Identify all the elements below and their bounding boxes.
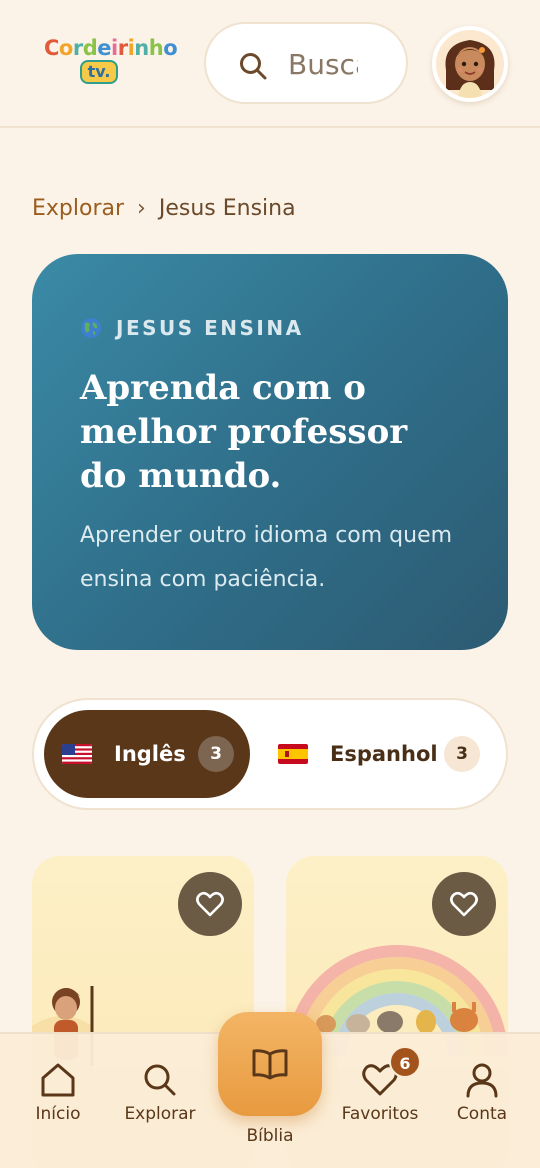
nav-favoritos[interactable]: 6 Favoritos [330, 1046, 430, 1124]
favorite-button[interactable] [432, 872, 496, 936]
avatar[interactable] [432, 26, 508, 102]
hero-banner: JESUS ENSINA Aprenda com o melhor profes… [32, 254, 508, 650]
heart-icon [450, 891, 478, 917]
nav-favoritos-label: Favoritos [341, 1104, 419, 1124]
avatar-girl-illustration [436, 30, 504, 98]
hero-title: Aprenda com o melhor professor do mundo. [80, 368, 408, 496]
logo-tv-badge: tv. [80, 60, 118, 84]
us-flag-icon [62, 744, 92, 764]
app-logo[interactable]: Cordeirinho tv. [44, 36, 178, 88]
tab-ingles-label: Inglês [114, 742, 186, 766]
logo-wordmark: Cordeirinho [44, 36, 178, 60]
hero-subtitle: Aprender outro idioma com quem ensina co… [80, 523, 453, 592]
nav-conta[interactable]: Conta [432, 1062, 532, 1124]
tab-ingles[interactable]: Inglês 3 [44, 710, 250, 798]
tab-espanhol-label: Espanhol [330, 742, 438, 766]
breadcrumb-separator: › [137, 196, 146, 221]
breadcrumb-current: Jesus Ensina [158, 196, 296, 221]
language-tabs: Inglês 3 Espanhol 3 [32, 698, 508, 810]
breadcrumb-explorar-link[interactable]: Explorar [32, 196, 124, 221]
app-header: Cordeirinho tv. [0, 0, 540, 128]
search-icon [240, 53, 267, 80]
heart-icon [196, 891, 224, 917]
favorite-button[interactable] [178, 872, 242, 936]
tab-ingles-count: 3 [198, 736, 234, 772]
globe-icon [81, 318, 101, 338]
tab-espanhol[interactable]: Espanhol 3 [260, 710, 496, 798]
user-icon [466, 1063, 498, 1098]
tab-espanhol-count: 3 [444, 736, 480, 772]
nav-inicio-label: Início [35, 1104, 81, 1124]
spain-flag-icon [278, 744, 308, 764]
nav-explorar-label: Explorar [124, 1104, 196, 1124]
nav-conta-label: Conta [456, 1104, 508, 1124]
nav-inicio[interactable]: Início [8, 1062, 108, 1124]
bottom-navigation: Início Explorar Bíblia 6 Favoritos Conta [0, 1012, 540, 1168]
home-icon [41, 1063, 75, 1097]
search-input[interactable] [288, 44, 358, 84]
bible-button[interactable] [218, 1012, 322, 1116]
breadcrumb: Explorar › Jesus Ensina [32, 196, 296, 221]
nav-biblia-label: Bíblia [246, 1126, 294, 1146]
favorites-count-badge: 6 [389, 1046, 421, 1078]
hero-eyebrow: JESUS ENSINA [80, 316, 304, 340]
nav-explorar[interactable]: Explorar [110, 1062, 210, 1124]
hero-eyebrow-text: JESUS ENSINA [116, 316, 304, 340]
nav-biblia[interactable]: Bíblia [206, 1012, 334, 1146]
book-icon [252, 1049, 288, 1080]
search-bar[interactable] [204, 22, 408, 104]
search-icon [144, 1064, 176, 1096]
